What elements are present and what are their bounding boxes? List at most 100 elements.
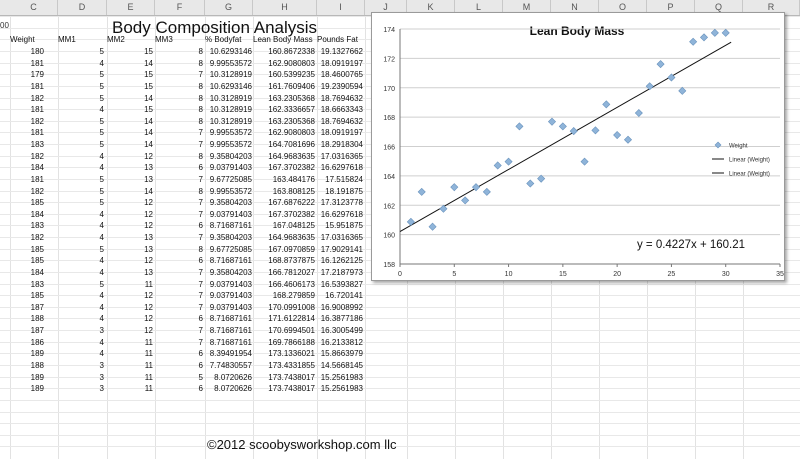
- table-cell[interactable]: 6: [155, 313, 203, 325]
- table-cell[interactable]: 8: [155, 46, 203, 58]
- table-cell[interactable]: 168.279859: [253, 290, 315, 302]
- table-cell[interactable]: 17.0316365: [317, 232, 363, 244]
- table-cell[interactable]: 11: [107, 383, 153, 395]
- table-cell[interactable]: 18.6663343: [317, 104, 363, 116]
- table-cell[interactable]: 10.3128919: [205, 104, 252, 116]
- table-cell[interactable]: 5: [58, 244, 104, 256]
- table-cell[interactable]: 182: [10, 151, 44, 163]
- table-cell[interactable]: 173.7438017: [253, 372, 315, 384]
- table-cell[interactable]: 14: [107, 139, 153, 151]
- table-cell[interactable]: 15: [107, 69, 153, 81]
- table-cell[interactable]: 160.8672338: [253, 46, 315, 58]
- table-cell[interactable]: 5: [58, 69, 104, 81]
- table-cell[interactable]: 173.4331855: [253, 360, 315, 372]
- table-cell[interactable]: 16.3005499: [317, 325, 363, 337]
- table-cell[interactable]: 173.1336021: [253, 348, 315, 360]
- table-cell[interactable]: 4: [58, 348, 104, 360]
- table-cell[interactable]: 4: [58, 104, 104, 116]
- table-cell[interactable]: 9.03791403: [205, 162, 252, 174]
- table-cell[interactable]: 4: [58, 151, 104, 163]
- table-cell[interactable]: 164.9683635: [253, 151, 315, 163]
- table-cell[interactable]: 163.2305368: [253, 93, 315, 105]
- table-cell[interactable]: 167.6876222: [253, 197, 315, 209]
- table-cell[interactable]: 7: [155, 209, 203, 221]
- table-cell[interactable]: 167.0970859: [253, 244, 315, 256]
- table-cell[interactable]: 8: [155, 81, 203, 93]
- table-cell[interactable]: 3: [58, 372, 104, 384]
- table-cell[interactable]: 188: [10, 313, 44, 325]
- table-cell[interactable]: 4: [58, 58, 104, 70]
- table-cell[interactable]: 3: [58, 383, 104, 395]
- column-header-e[interactable]: E: [107, 0, 155, 15]
- table-cell[interactable]: 15: [107, 46, 153, 58]
- table-cell[interactable]: 6: [155, 383, 203, 395]
- table-cell[interactable]: 19.1327662: [317, 46, 363, 58]
- table-cell[interactable]: 189: [10, 383, 44, 395]
- table-cell[interactable]: 187: [10, 325, 44, 337]
- table-cell[interactable]: 4: [58, 290, 104, 302]
- table-cell[interactable]: 12: [107, 209, 153, 221]
- table-cell[interactable]: 7: [155, 290, 203, 302]
- table-cell[interactable]: 17.9029141: [317, 244, 363, 256]
- table-cell[interactable]: 5: [58, 93, 104, 105]
- table-cell[interactable]: 3: [58, 325, 104, 337]
- table-cell[interactable]: 9.99553572: [205, 139, 252, 151]
- table-cell[interactable]: 182: [10, 116, 44, 128]
- table-cell[interactable]: 166.7812027: [253, 267, 315, 279]
- table-cell[interactable]: 11: [107, 337, 153, 349]
- table-cell[interactable]: 179: [10, 69, 44, 81]
- table-cell[interactable]: 7: [155, 302, 203, 314]
- table-cell[interactable]: 9.99553572: [205, 127, 252, 139]
- table-cell[interactable]: 167.3702382: [253, 209, 315, 221]
- table-cell[interactable]: 9.35804203: [205, 232, 252, 244]
- header-cell[interactable]: Weight: [10, 34, 35, 46]
- table-cell[interactable]: 10.3128919: [205, 69, 252, 81]
- table-cell[interactable]: 169.7866188: [253, 337, 315, 349]
- table-cell[interactable]: 4: [58, 302, 104, 314]
- table-cell[interactable]: 9.99553572: [205, 186, 252, 198]
- table-cell[interactable]: 12: [107, 197, 153, 209]
- table-cell[interactable]: 8.71687161: [205, 325, 252, 337]
- table-cell[interactable]: 13: [107, 267, 153, 279]
- table-cell[interactable]: 14: [107, 127, 153, 139]
- table-cell[interactable]: 18.7694632: [317, 116, 363, 128]
- table-cell[interactable]: 10.6293146: [205, 46, 252, 58]
- table-cell[interactable]: 9.99553572: [205, 58, 252, 70]
- table-cell[interactable]: 173.7438017: [253, 383, 315, 395]
- table-cell[interactable]: 12: [107, 151, 153, 163]
- table-cell[interactable]: 184: [10, 267, 44, 279]
- table-cell[interactable]: 6: [155, 220, 203, 232]
- table-cell[interactable]: 188: [10, 360, 44, 372]
- table-cell[interactable]: 7: [155, 69, 203, 81]
- table-cell[interactable]: 13: [107, 244, 153, 256]
- table-cell[interactable]: 18.2918304: [317, 139, 363, 151]
- table-cell[interactable]: 12: [107, 290, 153, 302]
- table-cell[interactable]: 5: [58, 186, 104, 198]
- table-cell[interactable]: 183: [10, 139, 44, 151]
- table-cell[interactable]: 4: [58, 313, 104, 325]
- table-cell[interactable]: 189: [10, 372, 44, 384]
- table-cell[interactable]: 12: [107, 302, 153, 314]
- table-cell[interactable]: 8.71687161: [205, 220, 252, 232]
- table-cell[interactable]: 4: [58, 267, 104, 279]
- table-cell[interactable]: 181: [10, 104, 44, 116]
- table-cell[interactable]: 5: [58, 127, 104, 139]
- table-cell[interactable]: 184: [10, 209, 44, 221]
- table-cell[interactable]: 183: [10, 279, 44, 291]
- header-cell[interactable]: Pounds Fat: [317, 34, 358, 46]
- table-cell[interactable]: 182: [10, 186, 44, 198]
- table-cell[interactable]: 9.03791403: [205, 209, 252, 221]
- table-cell[interactable]: 8: [155, 104, 203, 116]
- table-cell[interactable]: 4: [58, 209, 104, 221]
- table-cell[interactable]: 13: [107, 174, 153, 186]
- table-cell[interactable]: 8.71687161: [205, 255, 252, 267]
- table-cell[interactable]: 8: [155, 186, 203, 198]
- table-cell[interactable]: 163.484176: [253, 174, 315, 186]
- table-cell[interactable]: 5: [58, 197, 104, 209]
- table-cell[interactable]: 14: [107, 93, 153, 105]
- table-cell[interactable]: 17.3123778: [317, 197, 363, 209]
- table-cell[interactable]: 5: [58, 46, 104, 58]
- table-cell[interactable]: 182: [10, 232, 44, 244]
- table-cell[interactable]: 9.67725085: [205, 244, 252, 256]
- table-cell[interactable]: 182: [10, 93, 44, 105]
